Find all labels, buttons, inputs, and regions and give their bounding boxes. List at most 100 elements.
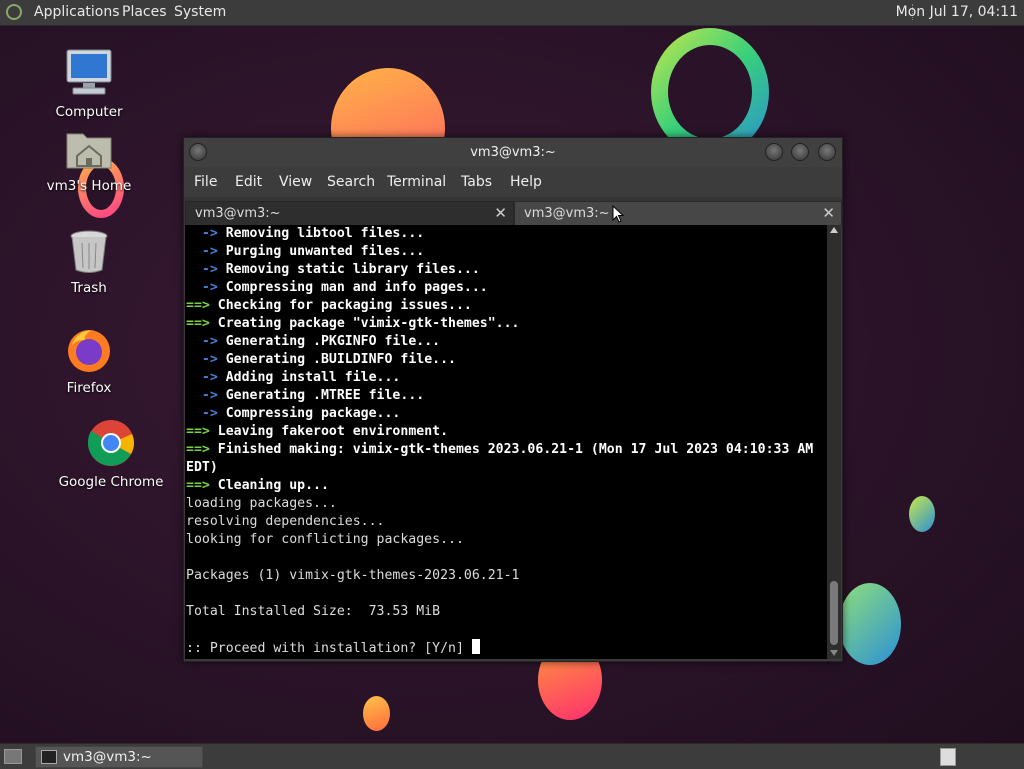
menu-file[interactable]: File (194, 174, 217, 190)
tab-terminal-1[interactable]: vm3@vm3:~ ✕ (185, 201, 514, 226)
places-menu[interactable]: Places (122, 4, 167, 20)
minimize-button[interactable] (765, 143, 783, 161)
distro-logo-icon[interactable] (6, 4, 22, 20)
terminal-line-prefix: -> (186, 280, 226, 295)
terminal-line: ==> Creating package "vimix-gtk-themes".… (186, 315, 813, 333)
terminal-line-text: Generating .PKGINFO file... (225, 334, 441, 349)
terminal-lines: -> Removing libtool files... -> Purging … (186, 225, 813, 657)
computer-icon (66, 49, 112, 95)
maximize-button[interactable] (791, 143, 809, 161)
terminal-line-text: Compressing man and info pages... (225, 280, 488, 295)
terminal-line-text: Adding install file... (225, 370, 401, 385)
desktop-icon-trash[interactable]: Trash (34, 228, 144, 296)
terminal-line-text: looking for conflicting packages... (186, 532, 464, 547)
taskbar-window-terminal[interactable]: vm3@vm3:~ (35, 746, 203, 768)
terminal-scrollbar[interactable] (827, 225, 841, 659)
terminal-line: ==> Checking for packaging issues... (186, 297, 813, 315)
terminal-line-text: Compressing package... (225, 406, 401, 421)
terminal-line: -> Removing static library files... (186, 261, 813, 279)
desktop-icon-chrome[interactable]: Google Chrome (56, 418, 166, 490)
terminal-line: ==> Leaving fakeroot environment. (186, 423, 813, 441)
terminal-icon (41, 750, 57, 764)
desktop-icon-label: Computer (55, 104, 123, 120)
terminal-line-prefix: ==> (186, 442, 218, 457)
menu-terminal[interactable]: Terminal (387, 174, 446, 190)
chrome-icon (87, 420, 134, 466)
tab-terminal-2[interactable]: vm3@vm3:~ ✕ (514, 201, 842, 226)
terminal-line-prefix: -> (186, 226, 226, 241)
desktop-icon-computer[interactable]: Computer (34, 46, 144, 120)
terminal-line: resolving dependencies... (186, 513, 813, 531)
firefox-icon (68, 330, 110, 372)
terminal-line-text: resolving dependencies... (186, 514, 385, 529)
terminal-line: :: Proceed with installation? [Y/n] (186, 639, 813, 657)
bottom-panel: vm3@vm3:~ (0, 743, 1024, 769)
terminal-menubar: File Edit View Search Terminal Tabs Help (184, 167, 842, 197)
show-desktop-icon[interactable] (4, 749, 22, 764)
desktop-icon-label: Firefox (66, 380, 112, 396)
scrollbar-thumb[interactable] (830, 581, 838, 645)
terminal-output[interactable]: -> Removing libtool files... -> Purging … (185, 225, 827, 659)
window-title: vm3@vm3:~ (470, 145, 556, 160)
terminal-line: -> Removing libtool files... (186, 225, 813, 243)
top-panel: Applications Places System Mon Jul 17, 0… (0, 0, 1024, 26)
terminal-line-prefix: -> (186, 244, 226, 259)
menu-edit[interactable]: Edit (235, 174, 262, 190)
tab-label: vm3@vm3:~ (524, 206, 610, 221)
terminal-line-text: Generating .MTREE file... (225, 388, 425, 403)
terminal-line-text: Packages (1) vimix-gtk-themes-2023.06.21… (186, 568, 520, 583)
wallpaper-blue-blob (909, 496, 935, 532)
terminal-line-prefix: ==> (186, 298, 218, 313)
terminal-line-text: Creating package "vimix-gtk-themes"... (217, 316, 520, 331)
terminal-line-text: Total Installed Size: 73.53 MiB (186, 604, 441, 619)
terminal-line: loading packages... (186, 495, 813, 513)
terminal-line-prefix: -> (186, 334, 226, 349)
terminal-line-text: Purging unwanted files... (225, 244, 425, 259)
terminal-line: ==> Cleaning up... (186, 477, 813, 495)
desktop-icon-firefox[interactable]: Firefox (34, 326, 144, 396)
taskbar-window-label: vm3@vm3:~ (63, 749, 152, 765)
window-titlebar[interactable]: vm3@vm3:~ (184, 138, 842, 167)
clock[interactable]: Mon Jul 17, 04:11 (896, 4, 1018, 20)
tab-close-icon[interactable]: ✕ (822, 204, 835, 222)
terminal-line: -> Generating .MTREE file... (186, 387, 813, 405)
terminal-line: -> Generating .BUILDINFO file... (186, 351, 813, 369)
system-menu[interactable]: System (174, 4, 226, 20)
terminal-line-prefix: ==> (186, 424, 218, 439)
terminal-line-text: Cleaning up... (217, 478, 329, 493)
tab-bar: vm3@vm3:~ ✕ vm3@vm3:~ ✕ (184, 197, 842, 226)
terminal-line-prefix: -> (186, 262, 226, 277)
menu-view[interactable]: View (279, 174, 312, 190)
desktop-icon-label: vm3's Home (46, 178, 132, 194)
applications-menu[interactable]: Applications (34, 4, 120, 20)
desktop-icon-label: Google Chrome (58, 474, 164, 490)
terminal-line-text: :: Proceed with installation? [Y/n] (186, 641, 472, 656)
terminal-line-prefix: -> (186, 406, 226, 421)
terminal-line: -> Purging unwanted files... (186, 243, 813, 261)
scroll-up-icon[interactable] (830, 227, 838, 233)
workspace-switcher[interactable] (940, 748, 956, 766)
terminal-line: Total Installed Size: 73.53 MiB (186, 603, 813, 621)
mouse-pointer-icon (612, 205, 624, 223)
wallpaper-large-blue-blob (839, 583, 901, 665)
close-button[interactable] (818, 143, 836, 161)
terminal-line: EDT) (186, 459, 813, 477)
terminal-window[interactable]: vm3@vm3:~ File Edit View Search Terminal… (183, 137, 843, 662)
desktop-icon-label: Trash (71, 280, 107, 296)
menu-tabs[interactable]: Tabs (461, 174, 492, 190)
terminal-line: -> Compressing man and info pages... (186, 279, 813, 297)
terminal-line-text: Removing static library files... (225, 262, 480, 277)
terminal-line: looking for conflicting packages... (186, 531, 813, 549)
terminal-line-prefix: -> (186, 370, 226, 385)
terminal-line-prefix: -> (186, 388, 226, 403)
scroll-down-icon[interactable] (830, 650, 838, 656)
tab-close-icon[interactable]: ✕ (494, 204, 507, 222)
terminal-line-text: Removing libtool files... (225, 226, 425, 241)
home-folder-icon (66, 133, 112, 169)
menu-help[interactable]: Help (510, 174, 542, 190)
terminal-line: Packages (1) vimix-gtk-themes-2023.06.21… (186, 567, 813, 585)
desktop-icon-home[interactable]: vm3's Home (34, 128, 144, 194)
menu-search[interactable]: Search (327, 174, 375, 190)
